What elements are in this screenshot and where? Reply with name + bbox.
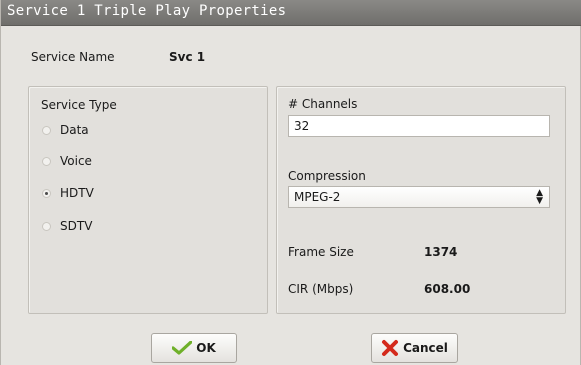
frame-size-value: 1374: [424, 245, 458, 259]
x-icon: [381, 339, 399, 357]
radio-label-sdtv: SDTV: [60, 219, 93, 233]
cir-value: 608.00: [424, 282, 471, 296]
dialog-window: Service 1 Triple Play Properties Service…: [0, 0, 581, 365]
select-arrows-icon: ▲ ▼: [536, 188, 543, 206]
radio-label-voice: Voice: [60, 154, 92, 168]
channels-label: # Channels: [288, 97, 358, 111]
title-bar[interactable]: Service 1 Triple Play Properties: [1, 0, 581, 26]
radio-button[interactable]: [42, 156, 51, 166]
radio-label-data: Data: [60, 123, 89, 137]
ok-button[interactable]: OK: [151, 333, 237, 363]
compression-select[interactable]: MPEG-2 ▲ ▼: [288, 186, 550, 208]
radio-voice[interactable]: Voice: [42, 154, 92, 168]
cancel-button[interactable]: Cancel: [371, 333, 458, 363]
radio-button[interactable]: [42, 125, 51, 135]
service-name-value: Svc 1: [169, 50, 206, 64]
ok-button-label: OK: [196, 341, 216, 355]
radio-hdtv[interactable]: HDTV: [42, 186, 94, 200]
radio-sdtv[interactable]: SDTV: [42, 219, 92, 233]
cir-label: CIR (Mbps): [288, 282, 354, 296]
radio-label-hdtv: HDTV: [60, 186, 94, 200]
cancel-button-label: Cancel: [403, 341, 448, 355]
frame-size-label: Frame Size: [288, 245, 354, 259]
channels-input[interactable]: [288, 115, 550, 137]
radio-button-selected[interactable]: [42, 188, 51, 198]
window-title: Service 1 Triple Play Properties: [7, 3, 287, 19]
radio-button[interactable]: [42, 221, 51, 231]
service-name-label: Service Name: [31, 50, 115, 64]
radio-data[interactable]: Data: [42, 123, 89, 137]
service-type-group: Service Type Data Voice HDTV SDTV: [28, 86, 268, 314]
service-type-title: Service Type: [41, 98, 117, 112]
compression-selected-value: MPEG-2: [294, 190, 341, 204]
checkmark-icon: [172, 341, 193, 355]
compression-label: Compression: [288, 169, 366, 183]
video-settings-group: # Channels Compression MPEG-2 ▲▼ Frame S…: [276, 86, 566, 314]
